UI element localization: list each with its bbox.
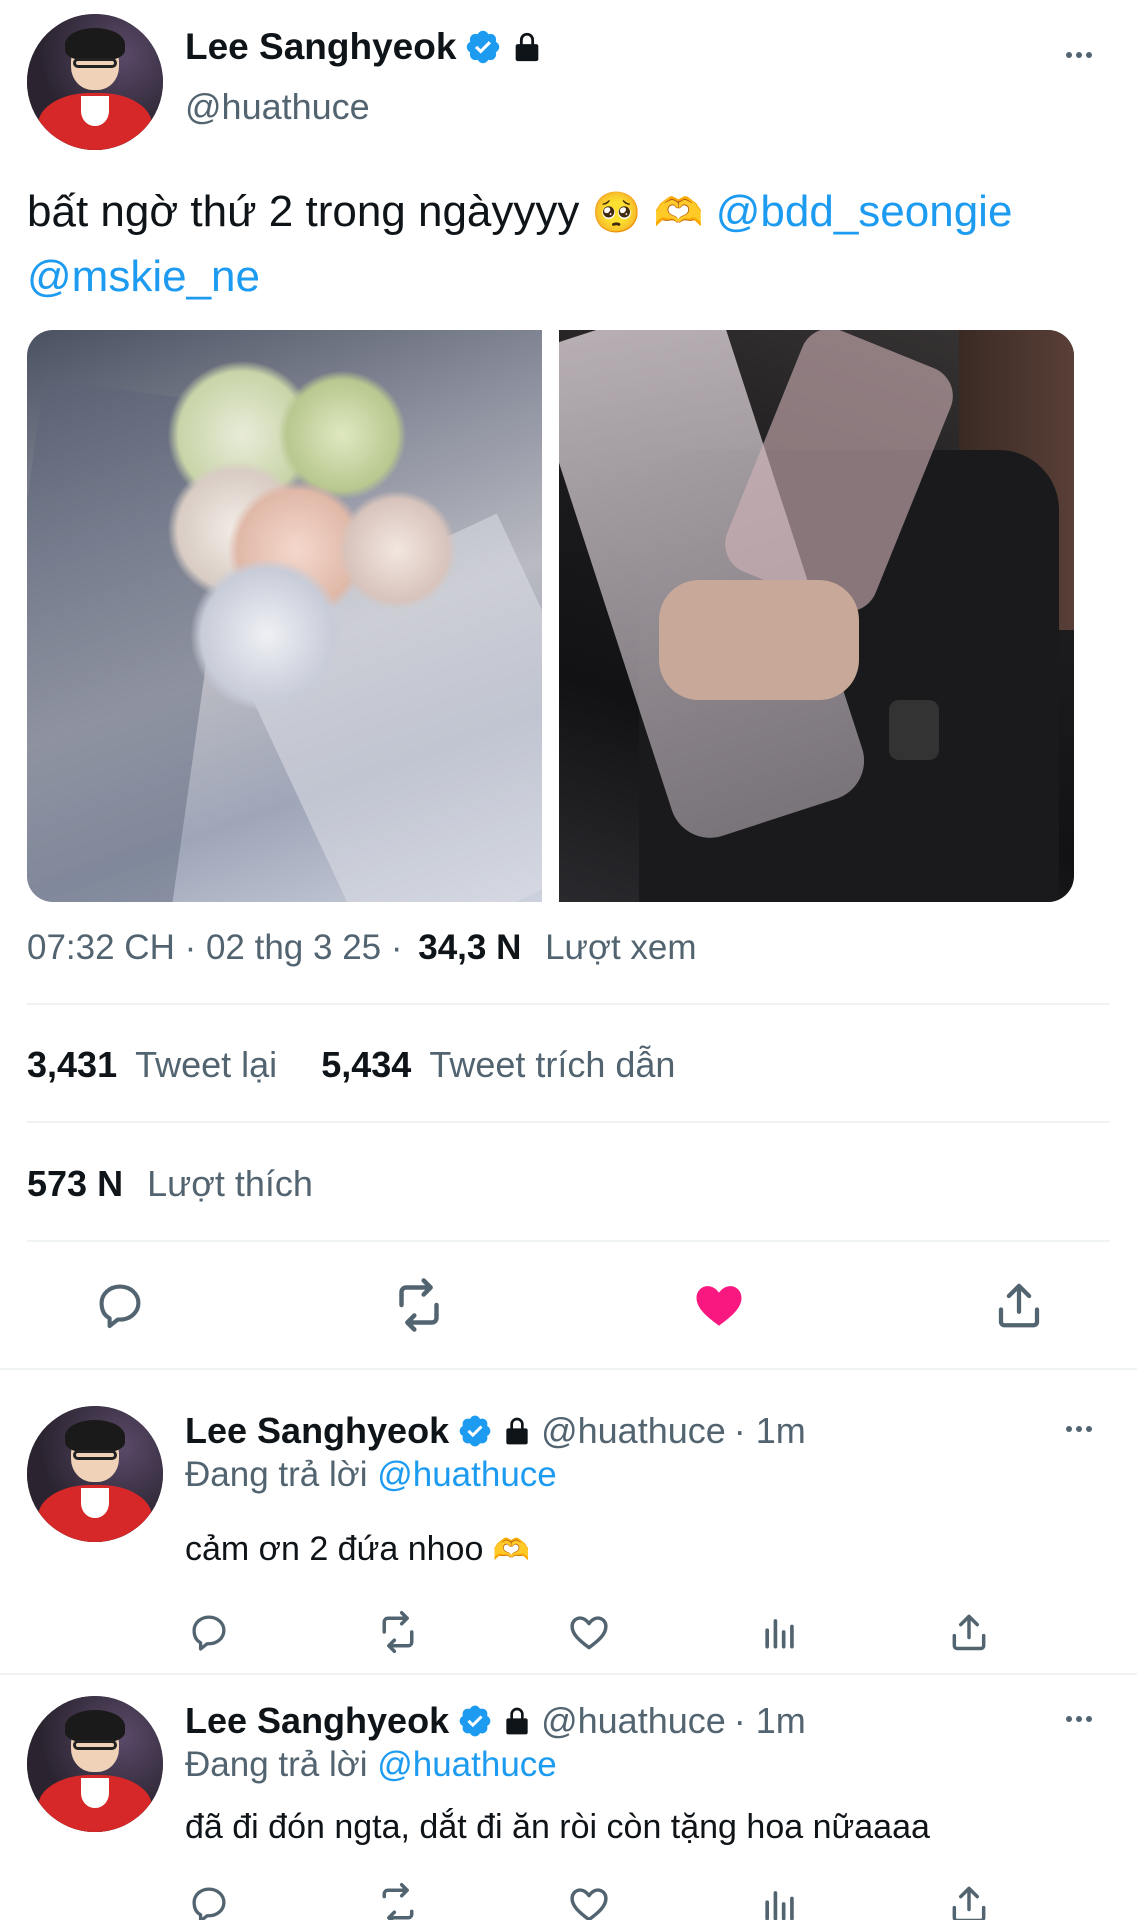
share-icon (952, 1886, 986, 1920)
heart-hands-emoji: 🫶 (492, 1534, 531, 1567)
reply-button[interactable] (185, 1880, 233, 1920)
likes-label: Lượt thích (147, 1163, 313, 1204)
share-button[interactable] (983, 1277, 1055, 1333)
retweet-stats[interactable]: 3,431 Tweet lại 5,434 Tweet trích dẫn (27, 1044, 675, 1086)
verified-badge-icon (467, 30, 500, 64)
analytics-icon (765, 1619, 794, 1649)
retweet-button[interactable] (383, 1277, 455, 1333)
divider (27, 1121, 1110, 1123)
quotes-count[interactable]: 5,434 (321, 1044, 411, 1085)
pleading-face-emoji: 🥺 (591, 191, 642, 235)
lock-icon (506, 1707, 528, 1735)
mention-link[interactable]: @bdd_seongie (716, 187, 1013, 236)
views-button[interactable] (756, 1880, 804, 1920)
divider (0, 1368, 1137, 1370)
views-label: Lượt xem (545, 928, 697, 967)
divider (27, 1240, 1110, 1242)
reply-icon (192, 1615, 226, 1651)
replying-prefix: Đang trả lời (185, 1745, 368, 1784)
author-name-row[interactable]: Lee Sanghyeok (185, 26, 544, 68)
tweet-timestamp[interactable]: 07:32 CH · 02 thg 3 25 · (27, 928, 403, 967)
retweet-button[interactable] (374, 1608, 422, 1656)
analytics-icon (765, 1891, 794, 1920)
views-count: 34,3 N (418, 928, 522, 967)
reply-handle[interactable]: @huathuce (541, 1700, 726, 1742)
reply-body: đã đi đón ngta, dắt đi ăn ròi còn tặng h… (185, 1808, 930, 1846)
lock-icon (516, 32, 539, 62)
author-avatar[interactable] (27, 14, 163, 150)
divider (27, 1003, 1110, 1005)
tweet-photo-2[interactable] (559, 330, 1074, 902)
reply-author-name[interactable]: Lee Sanghyeok (185, 1700, 449, 1742)
heart-icon (570, 1888, 608, 1920)
like-button[interactable] (683, 1277, 755, 1333)
more-dots-icon[interactable] (1066, 52, 1092, 58)
author-handle[interactable]: @huathuce (185, 86, 370, 128)
like-button[interactable] (565, 1608, 613, 1656)
views-button[interactable] (756, 1608, 804, 1656)
retweet-icon (382, 1611, 414, 1653)
reply-icon (99, 1284, 141, 1329)
share-icon (998, 1283, 1040, 1328)
mention-link[interactable]: @mskie_ne (27, 252, 260, 301)
likes-stats[interactable]: 573 N Lượt thích (27, 1163, 313, 1205)
divider (0, 1673, 1137, 1675)
share-button[interactable] (945, 1880, 993, 1920)
reply-author-name[interactable]: Lee Sanghyeok (185, 1410, 449, 1452)
share-button[interactable] (945, 1608, 993, 1656)
likes-count: 573 N (27, 1163, 124, 1204)
reply-avatar[interactable] (27, 1696, 163, 1832)
more-dots-icon[interactable] (1066, 1716, 1092, 1722)
author-name[interactable]: Lee Sanghyeok (185, 26, 456, 68)
heart-hands-emoji: 🫶 (653, 191, 704, 235)
lock-icon (506, 1417, 528, 1445)
retweet-icon (399, 1278, 439, 1332)
reply-text: cảm ơn 2 đứa nhoo 🫶 (185, 1530, 530, 1569)
reply-avatar[interactable] (27, 1406, 163, 1542)
like-button[interactable] (565, 1880, 613, 1920)
tweet-body: bất ngờ thứ 2 trong ngàyyyy (27, 187, 580, 236)
reply-text: đã đi đón ngta, dắt đi ăn ròi còn tặng h… (185, 1808, 930, 1847)
replying-to-link[interactable]: @huathuce (377, 1455, 557, 1494)
tweet-text: bất ngờ thứ 2 trong ngàyyyy 🥺 🫶 @bdd_seo… (27, 180, 1117, 309)
retweet-icon (382, 1883, 414, 1920)
reply-header: Lee Sanghyeok @huathuce · 1m (185, 1700, 806, 1742)
verified-badge-icon (459, 1415, 491, 1447)
replying-to-link[interactable]: @huathuce (377, 1745, 557, 1784)
heart-icon (696, 1286, 742, 1326)
reply-icon (192, 1887, 226, 1920)
tweet-photo-1[interactable] (27, 330, 542, 902)
retweet-button[interactable] (374, 1880, 422, 1920)
reply-button[interactable] (185, 1608, 233, 1656)
heart-icon (570, 1616, 608, 1650)
reply-handle[interactable]: @huathuce (541, 1410, 726, 1452)
replying-to: Đang trả lời @huathuce (185, 1455, 557, 1495)
share-icon (952, 1614, 986, 1651)
reply-time[interactable]: · 1m (734, 1700, 806, 1742)
retweets-count: 3,431 (27, 1044, 118, 1085)
retweets-label: Tweet lại (135, 1044, 278, 1085)
verified-badge-icon (459, 1705, 491, 1737)
reply-button[interactable] (84, 1277, 156, 1333)
timestamp-row: 07:32 CH · 02 thg 3 25 · 34,3 N Lượt xem (27, 928, 697, 968)
reply-header: Lee Sanghyeok @huathuce · 1m (185, 1410, 806, 1452)
replying-to: Đang trả lời @huathuce (185, 1745, 557, 1785)
more-dots-icon[interactable] (1066, 1426, 1092, 1432)
replying-prefix: Đang trả lời (185, 1455, 368, 1494)
reply-body: cảm ơn 2 đứa nhoo (185, 1530, 484, 1568)
quotes-label[interactable]: Tweet trích dẫn (429, 1044, 675, 1085)
reply-time[interactable]: · 1m (734, 1410, 806, 1452)
